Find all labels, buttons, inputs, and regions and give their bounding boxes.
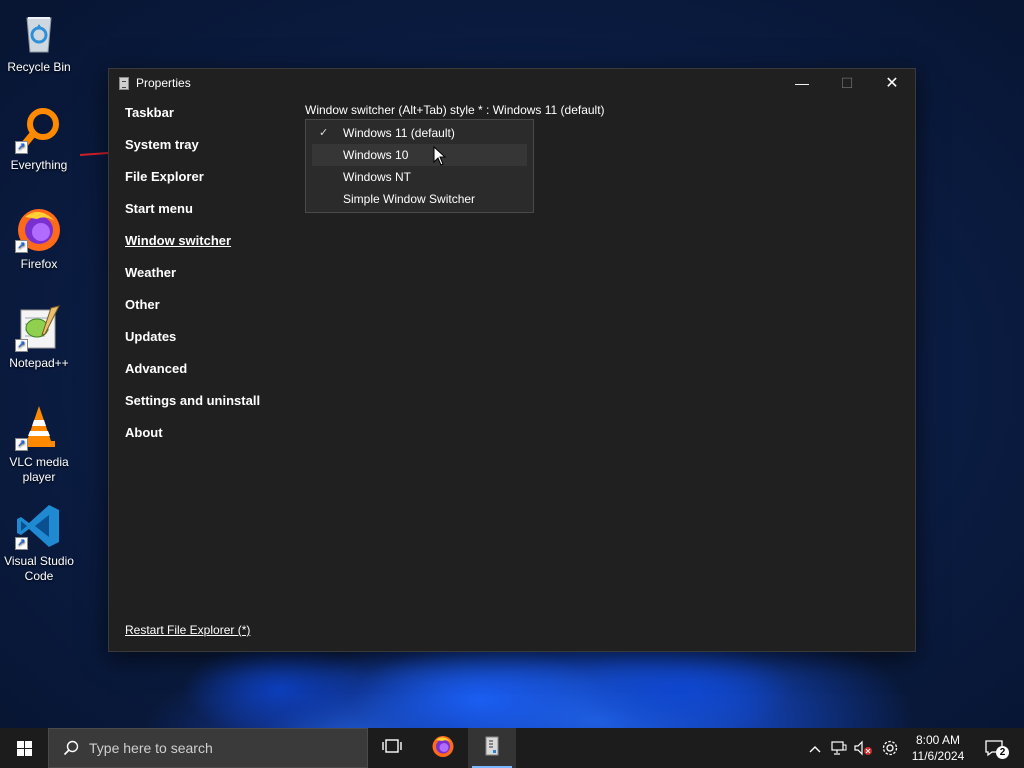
- search-icon: [63, 740, 79, 756]
- notification-center-button[interactable]: 2: [978, 728, 1012, 768]
- nav-item-weather[interactable]: Weather: [125, 265, 176, 280]
- show-hidden-icons-button[interactable]: [804, 728, 826, 768]
- clock-time: 8:00 AM: [915, 733, 961, 747]
- settings-gear-icon[interactable]: [879, 728, 901, 768]
- title-bar[interactable]: Properties — ☐ ✕: [109, 69, 915, 97]
- shortcut-arrow-icon: ↗: [15, 339, 28, 352]
- nav-item-taskbar[interactable]: Taskbar: [125, 105, 174, 120]
- option-windows-nt[interactable]: Windows NT: [312, 166, 527, 188]
- firefox-icon: ↗: [15, 205, 63, 253]
- taskbar-firefox-button[interactable]: [419, 728, 467, 768]
- search-input[interactable]: [89, 740, 349, 756]
- vlc-icon: ↗: [15, 403, 63, 451]
- taskbar: 8:00 AM 11/6/2024 2: [0, 728, 1024, 768]
- option-label: Windows 11 (default): [343, 126, 455, 140]
- option-label: Simple Window Switcher: [343, 192, 476, 206]
- properties-app-icon: [484, 736, 500, 761]
- restart-file-explorer-link[interactable]: Restart File Explorer (*): [125, 623, 250, 637]
- chevron-up-icon: [809, 741, 821, 756]
- properties-window: Properties — ☐ ✕ Taskbar System tray Fil…: [108, 68, 916, 652]
- minimize-button[interactable]: —: [779, 69, 825, 97]
- recycle-bin-icon: [15, 8, 63, 56]
- vscode-icon: ↗: [15, 502, 63, 550]
- firefox-icon: [431, 734, 455, 763]
- network-icon[interactable]: [828, 728, 850, 768]
- desktop-icon-vscode[interactable]: ↗ Visual Studio Code: [0, 502, 78, 584]
- shortcut-arrow-icon: ↗: [15, 438, 28, 451]
- shortcut-arrow-icon: ↗: [15, 240, 28, 253]
- desktop-icon-firefox[interactable]: ↗ Firefox: [0, 205, 78, 272]
- task-view-button[interactable]: [368, 728, 416, 768]
- desktop-icon-recycle-bin[interactable]: Recycle Bin: [0, 8, 78, 75]
- volume-muted-icon[interactable]: [852, 728, 874, 768]
- desktop-icon-label: Everything: [10, 158, 68, 172]
- checkmark-icon: ✓: [319, 127, 329, 139]
- notification-icon: 2: [984, 738, 1009, 759]
- desktop-icon-label: Notepad++: [9, 356, 69, 370]
- nav-item-system-tray[interactable]: System tray: [125, 137, 199, 152]
- shortcut-arrow-icon: ↗: [15, 537, 28, 550]
- clock-date: 11/6/2024: [911, 749, 965, 763]
- nav-item-file-explorer[interactable]: File Explorer: [125, 169, 204, 184]
- nav-item-advanced[interactable]: Advanced: [125, 361, 187, 376]
- option-label: Windows NT: [343, 170, 412, 184]
- option-simple-window-switcher[interactable]: Simple Window Switcher: [312, 188, 527, 210]
- task-view-icon: [381, 738, 403, 759]
- start-button[interactable]: [0, 728, 48, 768]
- taskbar-search-box[interactable]: [48, 728, 368, 768]
- option-windows-11[interactable]: ✓ Windows 11 (default): [312, 122, 527, 144]
- nav-item-settings-and-uninstall[interactable]: Settings and uninstall: [125, 393, 260, 408]
- desktop-icon-label: Recycle Bin: [7, 60, 71, 74]
- window-switcher-style-dropdown: ✓ Windows 11 (default) Windows 10 Window…: [305, 119, 534, 213]
- notepad-plus-plus-icon: ↗: [15, 304, 63, 352]
- windows-logo-icon: [16, 740, 32, 756]
- properties-app-icon: [119, 76, 129, 90]
- window-switcher-style-label[interactable]: Window switcher (Alt+Tab) style * : Wind…: [305, 103, 605, 117]
- nav-item-start-menu[interactable]: Start menu: [125, 201, 193, 216]
- nav-item-about[interactable]: About: [125, 425, 163, 440]
- desktop-icon-label: VLC media player: [9, 455, 69, 484]
- option-label: Windows 10: [343, 148, 409, 162]
- wallpaper-bloom: [160, 650, 860, 730]
- nav-item-window-switcher[interactable]: Window switcher: [125, 233, 231, 248]
- desktop-icon-everything[interactable]: ↗ Everything: [0, 106, 78, 173]
- taskbar-properties-button[interactable]: [468, 728, 516, 768]
- desktop-icon-label: Visual Studio Code: [4, 554, 74, 583]
- option-windows-10[interactable]: Windows 10: [312, 144, 527, 166]
- window-title: Properties: [136, 76, 191, 90]
- shortcut-arrow-icon: ↗: [15, 141, 28, 154]
- nav-item-updates[interactable]: Updates: [125, 329, 176, 344]
- everything-search-icon: ↗: [15, 106, 63, 154]
- maximize-button[interactable]: ☐: [824, 69, 870, 97]
- desktop-icon-notepad-plus-plus[interactable]: ↗ Notepad++: [0, 304, 78, 371]
- nav-item-other[interactable]: Other: [125, 297, 160, 312]
- mouse-cursor-icon: [433, 145, 447, 166]
- desktop-icon-vlc[interactable]: ↗ VLC media player: [0, 403, 78, 485]
- taskbar-clock[interactable]: 8:00 AM 11/6/2024: [906, 732, 970, 764]
- notification-count-badge: 2: [996, 746, 1009, 759]
- desktop-icon-label: Firefox: [20, 257, 58, 271]
- close-button[interactable]: ✕: [869, 69, 915, 97]
